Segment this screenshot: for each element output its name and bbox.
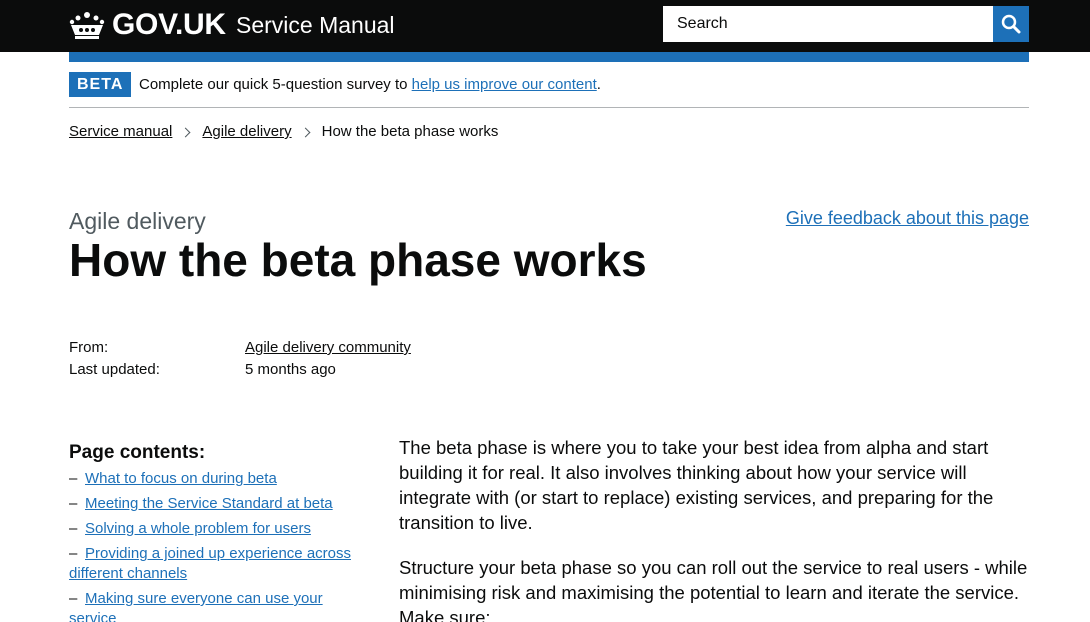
body-paragraph: The beta phase is where you to take your… <box>399 437 994 533</box>
service-name-link[interactable]: Service Manual <box>236 12 395 39</box>
header-accent-bar <box>69 52 1029 62</box>
crown-icon <box>69 12 105 39</box>
phase-text-before: Complete our quick 5-question survey to <box>139 76 412 93</box>
page-title: How the beta phase works <box>69 234 647 286</box>
phase-banner: BETA Complete our quick 5-question surve… <box>69 72 1029 108</box>
metadata-updated-value: 5 months ago <box>245 361 336 378</box>
search-input[interactable] <box>663 6 993 42</box>
body-paragraph: Structure your beta phase so you can rol… <box>399 557 1028 622</box>
breadcrumb-service-manual[interactable]: Service manual <box>69 122 172 142</box>
page-metadata: From: Agile delivery community Last upda… <box>69 337 411 381</box>
search-button[interactable] <box>993 6 1029 42</box>
list-item: – What to focus on during beta <box>69 469 359 489</box>
chevron-right-icon <box>300 127 311 137</box>
metadata-from-row: From: Agile delivery community <box>69 337 411 359</box>
dash-bullet: – <box>69 470 78 487</box>
list-item: – Making sure everyone can use your servi… <box>69 589 359 622</box>
breadcrumb-current: How the beta phase works <box>321 123 499 140</box>
list-item: – Meeting the Service Standard at beta <box>69 494 359 514</box>
search-form <box>663 6 1029 42</box>
dash-bullet: – <box>69 520 78 537</box>
govuk-logo-text: GOV.UK <box>112 8 226 41</box>
chevron-right-icon <box>180 127 191 137</box>
breadcrumb: Service manual Agile delivery How the be… <box>69 122 498 142</box>
phase-text-after: . <box>596 76 601 93</box>
search-icon <box>1001 14 1021 34</box>
page-contents-list: – What to focus on during beta – Meeting t… <box>69 469 359 622</box>
dash-bullet: – <box>69 590 78 607</box>
metadata-from-link[interactable]: Agile delivery community <box>245 337 411 359</box>
contents-link[interactable]: Making sure everyone can use your servic… <box>69 590 323 622</box>
main-body: The beta phase is where you to take your… <box>399 435 1029 622</box>
contents-link[interactable]: Providing a joined up experience across … <box>69 545 351 582</box>
metadata-updated-row: Last updated: 5 months ago <box>69 359 411 381</box>
phase-banner-text: Complete our quick 5-question survey to … <box>139 75 601 95</box>
govuk-logo-link[interactable]: GOV.UK <box>69 8 226 42</box>
dash-bullet: – <box>69 545 78 562</box>
dash-bullet: – <box>69 495 78 512</box>
breadcrumb-agile-delivery[interactable]: Agile delivery <box>202 122 291 142</box>
feedback-link[interactable]: Give feedback about this page <box>786 206 1029 231</box>
list-item: – Solving a whole problem for users <box>69 519 359 539</box>
metadata-from-label: From: <box>69 339 109 356</box>
contents-link[interactable]: What to focus on during beta <box>85 470 277 487</box>
page-contents-heading: Page contents: <box>69 442 206 463</box>
survey-link[interactable]: help us improve our content <box>412 76 597 93</box>
beta-tag: BETA <box>69 72 132 97</box>
metadata-updated-label: Last updated: <box>69 361 160 378</box>
list-item: – Providing a joined up experience across… <box>69 544 359 584</box>
contents-link[interactable]: Meeting the Service Standard at beta <box>85 495 333 512</box>
page-contents: Page contents: – What to focus on during … <box>69 440 359 622</box>
contents-link[interactable]: Solving a whole problem for users <box>85 520 311 537</box>
site-header: GOV.UK Service Manual <box>0 0 1090 52</box>
